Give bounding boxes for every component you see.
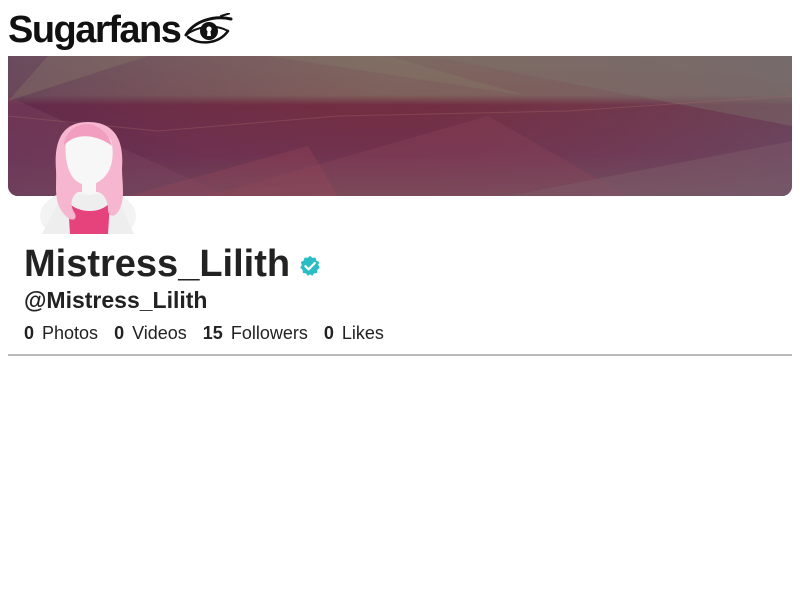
profile-stats: 0 Photos 0 Videos 15 Followers 0 Likes [24,323,400,344]
stat-label: Followers [230,323,308,343]
section-divider [8,354,792,356]
logo-wordmark: Sugarfans [8,9,182,51]
female-avatar-placeholder-icon [40,122,136,244]
eye-keyhole-icon [184,13,233,44]
stat-count: 0 [114,323,125,343]
stat-likes[interactable]: 0 Likes [324,323,384,344]
sugarfans-logo[interactable]: Sugarfans [8,8,234,52]
stat-label: Videos [132,323,187,343]
stat-count: 0 [24,323,35,343]
verified-check-icon [300,255,320,276]
profile-display-name: Mistress_Lilith [24,243,321,286]
stat-followers[interactable]: 15 Followers [203,323,308,344]
stat-videos[interactable]: 0 Videos [114,323,187,344]
stat-photos[interactable]: 0 Photos [24,323,98,344]
profile-handle: @Mistress_Lilith [24,287,208,313]
profile-page: Sugarfans Mistress_Lilith @Mistress_Lili… [0,0,800,605]
avatar[interactable] [38,118,138,244]
stat-label: Photos [42,323,99,343]
display-name-text: Mistress_Lilith [24,243,291,285]
stat-count: 15 [202,323,223,343]
stat-count: 0 [323,323,334,343]
stat-label: Likes [341,323,384,343]
